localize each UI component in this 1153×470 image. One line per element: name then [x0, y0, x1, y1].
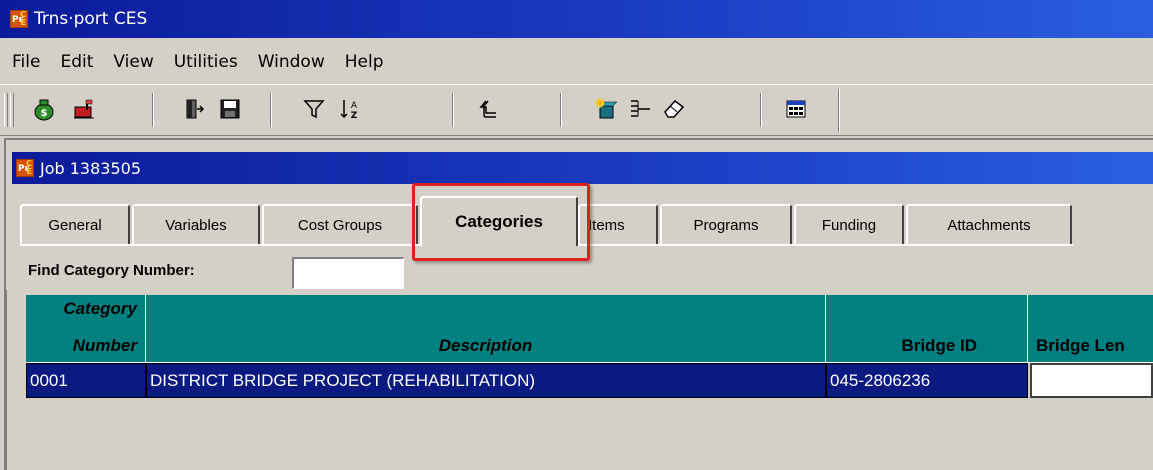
cell-bridge-id[interactable]: 045-2806236	[826, 363, 1028, 398]
toolbar: $ A Z	[0, 84, 1153, 136]
menu-edit[interactable]: Edit	[50, 52, 103, 72]
exit-door-icon[interactable]	[180, 95, 208, 123]
calculator-window-icon[interactable]	[782, 95, 810, 123]
tab-funding[interactable]: Funding	[794, 204, 904, 244]
title-bar[interactable]: Pr C E Trns·port CES	[0, 0, 1153, 38]
toolbar-grip[interactable]	[4, 93, 8, 127]
menu-file[interactable]: File	[0, 52, 50, 72]
tab-cost-groups[interactable]: Cost Groups	[262, 204, 418, 244]
panel-edge	[6, 290, 8, 470]
list-tree-icon[interactable]	[626, 95, 654, 123]
new-item-icon[interactable]	[592, 95, 620, 123]
svg-text:Z: Z	[351, 111, 358, 121]
sort-az-icon[interactable]: A Z	[336, 95, 364, 123]
menu-bar: File Edit View Utilities Window Help	[0, 44, 1153, 80]
menu-help[interactable]: Help	[335, 52, 394, 72]
cell-description[interactable]: DISTRICT BRIDGE PROJECT (REHABILITATION)	[146, 363, 826, 398]
grid-empty-area	[26, 403, 1153, 470]
job-window-title-bar[interactable]: Pr C E Job 1383505	[12, 152, 1153, 184]
mailbox-icon[interactable]	[70, 95, 98, 123]
column-header-bridge-id[interactable]: Bridge ID	[826, 295, 1028, 363]
column-header-bridge-length[interactable]: Bridge Len	[1028, 295, 1153, 363]
menu-view[interactable]: View	[103, 52, 163, 72]
tab-variables[interactable]: Variables	[132, 204, 260, 244]
back-arrow-icon[interactable]	[476, 95, 504, 123]
column-header-description[interactable]: Description	[146, 295, 826, 363]
tab-attachments[interactable]: Attachments	[906, 204, 1072, 244]
application-window: Pr C E Trns·port CES File Edit View Utilit…	[0, 0, 1153, 470]
tab-general[interactable]: General	[20, 204, 130, 244]
cell-category-number[interactable]: 0001	[26, 363, 146, 398]
job-window-title: Job 1383505	[40, 158, 142, 178]
menu-window[interactable]: Window	[248, 52, 335, 72]
cell-bridge-length-input[interactable]	[1030, 363, 1153, 398]
find-category-label: Find Category Number:	[28, 262, 195, 279]
svg-text:$: $	[41, 108, 48, 119]
menu-utilities[interactable]: Utilities	[164, 52, 248, 72]
grid-header: Category Number Description Bridge ID Br…	[26, 295, 1153, 363]
save-disk-icon[interactable]	[216, 95, 244, 123]
svg-text:A: A	[351, 101, 358, 111]
money-bag-icon[interactable]: $	[30, 95, 58, 123]
find-category-input[interactable]	[292, 257, 404, 289]
column-header-category-number[interactable]: Category Number	[26, 295, 146, 363]
eraser-icon[interactable]	[660, 95, 688, 123]
tab-programs[interactable]: Programs	[660, 204, 792, 244]
table-row[interactable]: 0001 DISTRICT BRIDGE PROJECT (REHABILITA…	[26, 363, 1153, 398]
toolbar-grip[interactable]	[10, 93, 14, 127]
filter-icon[interactable]	[300, 95, 328, 123]
app-title: Trns·port CES	[34, 9, 148, 29]
job-window-logo-icon: Pr C E	[16, 159, 34, 177]
tab-items[interactable]: Items	[578, 204, 658, 244]
app-logo-icon: Pr C E	[10, 10, 28, 28]
tab-categories[interactable]: Categories	[420, 196, 578, 246]
